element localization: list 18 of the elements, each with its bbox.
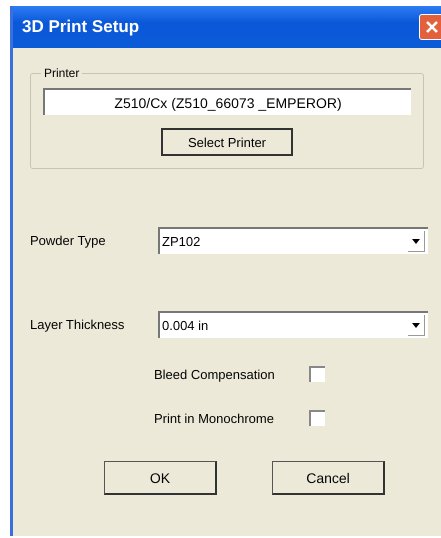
checkbox-label: Print in Monochrome: [154, 410, 275, 426]
close-button[interactable]: [419, 14, 441, 40]
dialog-button[interactable]: OK: [104, 461, 217, 495]
group-legend: Printer: [41, 66, 82, 80]
dropdown[interactable]: ZP102: [158, 227, 428, 254]
checkbox-label: Bleed Compensation: [154, 366, 276, 382]
dropdown-arrow-icon: [408, 231, 425, 252]
printer-name-field[interactable]: Z510/Cx (Z510_66073 _EMPEROR): [43, 88, 411, 115]
dropdown-arrow-icon: [408, 315, 425, 336]
checkbox[interactable]: [309, 410, 325, 426]
window-title: 3D Print Setup: [22, 17, 140, 37]
dropdown[interactable]: 0.004 in: [158, 311, 428, 338]
field-label: Powder Type: [30, 233, 107, 248]
field-label: Layer Thickness: [30, 317, 126, 332]
checkbox[interactable]: [309, 366, 325, 382]
select-printer-button[interactable]: Select Printer: [161, 128, 293, 156]
dialog-button[interactable]: Cancel: [272, 461, 385, 495]
close-icon: [424, 19, 440, 35]
